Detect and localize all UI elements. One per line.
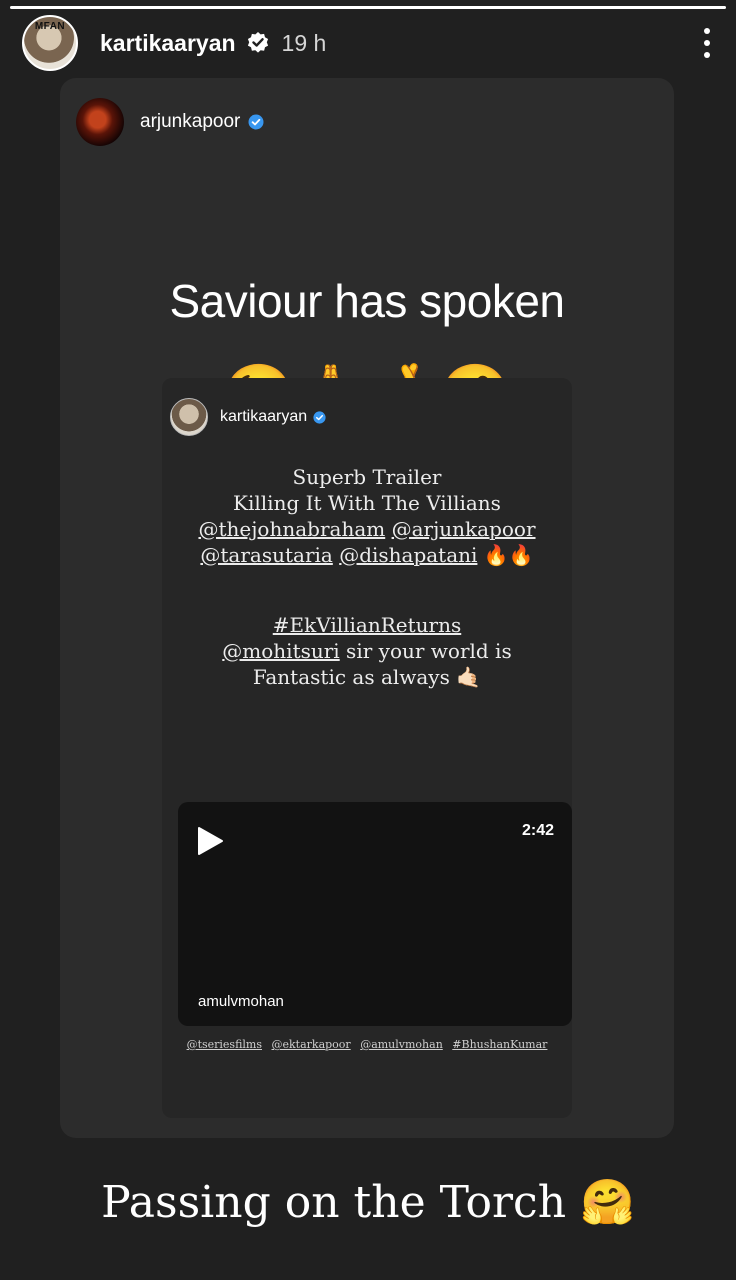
username[interactable]: kartikaaryan: [100, 30, 236, 57]
repost-headline: Saviour has spoken: [169, 275, 565, 327]
story-caption: Passing on the Torch 🤗: [0, 1176, 736, 1228]
more-vertical-icon[interactable]: [700, 26, 714, 60]
call-me-emoji: 🤙🏻: [456, 665, 482, 689]
caption-text: Fantastic as always: [252, 665, 450, 689]
mention-link[interactable]: @thejohnabraham: [198, 517, 385, 541]
story-header: MFAN kartikaaryan 19 h: [22, 14, 714, 72]
caption-line: Killing It With The Villians: [233, 491, 501, 515]
reposted-story-card[interactable]: arjunkapoor Saviour has spoken 😉🙏🤞🤗 kart…: [60, 78, 674, 1138]
play-icon[interactable]: [196, 826, 224, 856]
tag-link[interactable]: @amulvmohan: [360, 1038, 443, 1051]
repost-avatar[interactable]: [76, 98, 124, 146]
mention-link[interactable]: @mohitsuri: [222, 639, 339, 663]
shared-post-avatar[interactable]: [170, 398, 208, 436]
shared-post[interactable]: kartikaaryan Superb Trailer Killing It W…: [162, 378, 572, 1118]
avatar-text: MFAN: [34, 21, 66, 32]
verified-badge-icon: [246, 31, 270, 55]
caption-line: Superb Trailer: [292, 465, 442, 489]
story-timestamp: 19 h: [281, 29, 327, 56]
repost-username[interactable]: arjunkapoor: [140, 111, 240, 133]
verified-badge-icon: [313, 410, 326, 424]
video-duration: 2:42: [521, 822, 554, 839]
mention-link[interactable]: @tarasutaria: [200, 543, 332, 567]
tag-link[interactable]: @tseriesfilms: [187, 1038, 262, 1051]
tag-link[interactable]: #BhushanKumar: [452, 1038, 547, 1051]
shared-post-caption: Superb Trailer Killing It With The Villi…: [162, 464, 572, 568]
tag-link[interactable]: @ektarkapoor: [272, 1038, 351, 1051]
tagged-accounts: @tseriesfilms @ektarkapoor @amulvmohan #…: [162, 1038, 572, 1051]
mention-link[interactable]: @dishapatani: [339, 543, 477, 567]
shared-post-header: kartikaaryan: [170, 398, 326, 436]
fire-emojis: 🔥🔥: [483, 543, 534, 567]
shared-post-caption-2: #EkVillianReturns @mohitsuri sir your wo…: [162, 612, 572, 690]
story-progress-fill: [10, 6, 726, 9]
video-owner[interactable]: amulvmohan: [198, 993, 284, 1010]
story-caption-text: Passing on the Torch: [101, 1177, 567, 1228]
avatar[interactable]: MFAN: [22, 15, 78, 71]
verified-badge-icon: [248, 114, 264, 130]
hugging-emoji: 🤗: [580, 1177, 635, 1228]
caption-text: sir your world is: [339, 639, 512, 663]
hashtag-link[interactable]: #EkVillianReturns: [273, 613, 461, 637]
mention-link[interactable]: @arjunkapoor: [392, 517, 536, 541]
video-player[interactable]: 2:42 amulvmohan: [178, 802, 572, 1026]
repost-header: arjunkapoor: [76, 98, 264, 146]
story-progress-bar: [10, 6, 726, 9]
shared-post-username[interactable]: kartikaaryan: [220, 408, 307, 426]
